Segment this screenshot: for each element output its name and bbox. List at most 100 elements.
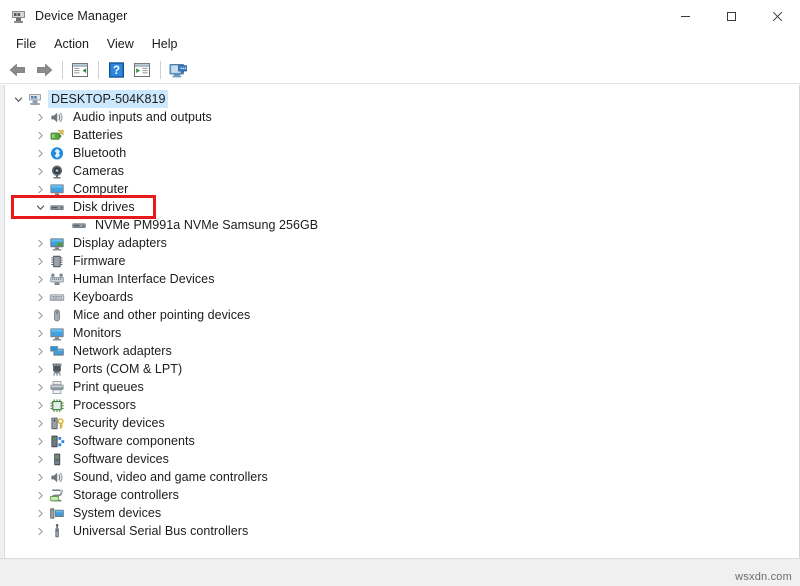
tree-item-batteries[interactable]: Batteries [5, 126, 799, 144]
tree-item-ports-com-lpt[interactable]: Ports (COM & LPT) [5, 360, 799, 378]
menu-file[interactable]: File [7, 34, 45, 55]
software-component-icon [48, 433, 65, 449]
expand-toggle[interactable] [32, 342, 48, 360]
toolbar-separator-1 [62, 61, 63, 79]
tree-item-bluetooth[interactable]: Bluetooth [5, 144, 799, 162]
tree-item-disk-drives[interactable]: Disk drives [5, 198, 799, 216]
hid-icon [48, 271, 65, 287]
tree-item-label: NVMe PM991a NVMe Samsung 256GB [92, 216, 321, 234]
tree-item-universal-serial-bus-controllers[interactable]: Universal Serial Bus controllers [5, 522, 799, 540]
window-title: Device Manager [35, 9, 127, 23]
tree-item-audio-inputs-and-outputs[interactable]: Audio inputs and outputs [5, 108, 799, 126]
chevron-right-icon [36, 239, 45, 248]
tree-item-processors[interactable]: Processors [5, 396, 799, 414]
device-manager-window: Device Manager File Action [0, 0, 800, 586]
expand-toggle[interactable] [32, 504, 48, 522]
menu-help[interactable]: Help [143, 34, 187, 55]
tree-item-nvme-pm991a-nvme-samsung-256gb[interactable]: NVMe PM991a NVMe Samsung 256GB [5, 216, 799, 234]
expand-toggle[interactable] [32, 162, 48, 180]
expand-toggle[interactable] [32, 108, 48, 126]
chevron-right-icon [36, 527, 45, 536]
expand-toggle[interactable] [32, 360, 48, 378]
tree-item-firmware[interactable]: Firmware [5, 252, 799, 270]
expand-toggle[interactable] [32, 288, 48, 306]
tree-item-monitors[interactable]: Monitors [5, 324, 799, 342]
chevron-right-icon [36, 491, 45, 500]
tree-item-desktop-504k819[interactable]: DESKTOP-504K819 [5, 90, 799, 108]
device-tree[interactable]: DESKTOP-504K819 Audio inputs and outputs… [5, 85, 800, 558]
properties-button[interactable] [130, 59, 154, 81]
status-bar: wsxdn.com [0, 558, 800, 586]
maximize-button[interactable] [708, 0, 754, 32]
collapse-toggle[interactable] [32, 198, 48, 216]
computer-root-icon [26, 91, 43, 107]
tree-item-cameras[interactable]: Cameras [5, 162, 799, 180]
expand-toggle[interactable] [32, 522, 48, 540]
expand-toggle[interactable] [32, 126, 48, 144]
expand-toggle[interactable] [32, 306, 48, 324]
window-controls [662, 0, 800, 32]
scan-for-hardware-changes-button[interactable] [166, 59, 190, 81]
menu-action[interactable]: Action [45, 34, 98, 55]
console-tree-icon [71, 62, 89, 78]
chevron-right-icon [36, 473, 45, 482]
tree-item-label: Sound, video and game controllers [70, 468, 271, 486]
tree-item-print-queues[interactable]: Print queues [5, 378, 799, 396]
expand-toggle[interactable] [32, 270, 48, 288]
toolbar: ? [0, 57, 800, 84]
expand-toggle[interactable] [32, 486, 48, 504]
tree-item-label: Mice and other pointing devices [70, 306, 253, 324]
expand-toggle[interactable] [32, 234, 48, 252]
menu-view[interactable]: View [98, 34, 143, 55]
tree-item-software-devices[interactable]: Software devices [5, 450, 799, 468]
title-bar-left: Device Manager [0, 8, 127, 25]
show-hide-console-tree-button[interactable] [68, 59, 92, 81]
tree-item-label: Cameras [70, 162, 127, 180]
close-button[interactable] [754, 0, 800, 32]
toolbar-separator-3 [160, 61, 161, 79]
expand-toggle[interactable] [32, 468, 48, 486]
security-device-icon [48, 415, 65, 431]
back-button[interactable] [6, 59, 30, 81]
expand-toggle[interactable] [32, 396, 48, 414]
expand-toggle[interactable] [32, 144, 48, 162]
collapse-toggle[interactable] [10, 90, 26, 108]
tree-item-label: Ports (COM & LPT) [70, 360, 185, 378]
bluetooth-icon [48, 145, 65, 161]
tree-item-software-components[interactable]: Software components [5, 432, 799, 450]
tree-item-computer[interactable]: Computer [5, 180, 799, 198]
storage-controller-icon [48, 487, 65, 503]
tree-item-label: Storage controllers [70, 486, 182, 504]
expand-toggle[interactable] [32, 180, 48, 198]
system-device-icon [48, 505, 65, 521]
tree-item-sound-video-and-game-controllers[interactable]: Sound, video and game controllers [5, 468, 799, 486]
expand-toggle[interactable] [32, 432, 48, 450]
tree-item-mice-and-other-pointing-devices[interactable]: Mice and other pointing devices [5, 306, 799, 324]
title-bar: Device Manager [0, 0, 800, 32]
chevron-right-icon [36, 185, 45, 194]
tree-item-storage-controllers[interactable]: Storage controllers [5, 486, 799, 504]
tree-item-network-adapters[interactable]: Network adapters [5, 342, 799, 360]
minimize-button[interactable] [662, 0, 708, 32]
chevron-down-icon [14, 95, 23, 104]
expand-toggle[interactable] [32, 378, 48, 396]
tree-item-keyboards[interactable]: Keyboards [5, 288, 799, 306]
content-area: DESKTOP-504K819 Audio inputs and outputs… [0, 84, 800, 558]
expand-toggle[interactable] [32, 414, 48, 432]
tree-item-human-interface-devices[interactable]: Human Interface Devices [5, 270, 799, 288]
monitor-icon [48, 181, 65, 197]
expand-toggle[interactable] [32, 324, 48, 342]
help-button[interactable]: ? [104, 59, 128, 81]
expand-toggle[interactable] [32, 450, 48, 468]
chevron-right-icon [36, 293, 45, 302]
expand-toggle[interactable] [32, 252, 48, 270]
tree-item-security-devices[interactable]: Security devices [5, 414, 799, 432]
toolbar-separator-2 [98, 61, 99, 79]
tree-item-label: Human Interface Devices [70, 270, 218, 288]
forward-button[interactable] [32, 59, 56, 81]
tree-item-display-adapters[interactable]: Display adapters [5, 234, 799, 252]
scan-hardware-icon [169, 62, 188, 79]
chevron-right-icon [36, 113, 45, 122]
tree-item-system-devices[interactable]: System devices [5, 504, 799, 522]
tree-item-label: Disk drives [70, 198, 138, 216]
